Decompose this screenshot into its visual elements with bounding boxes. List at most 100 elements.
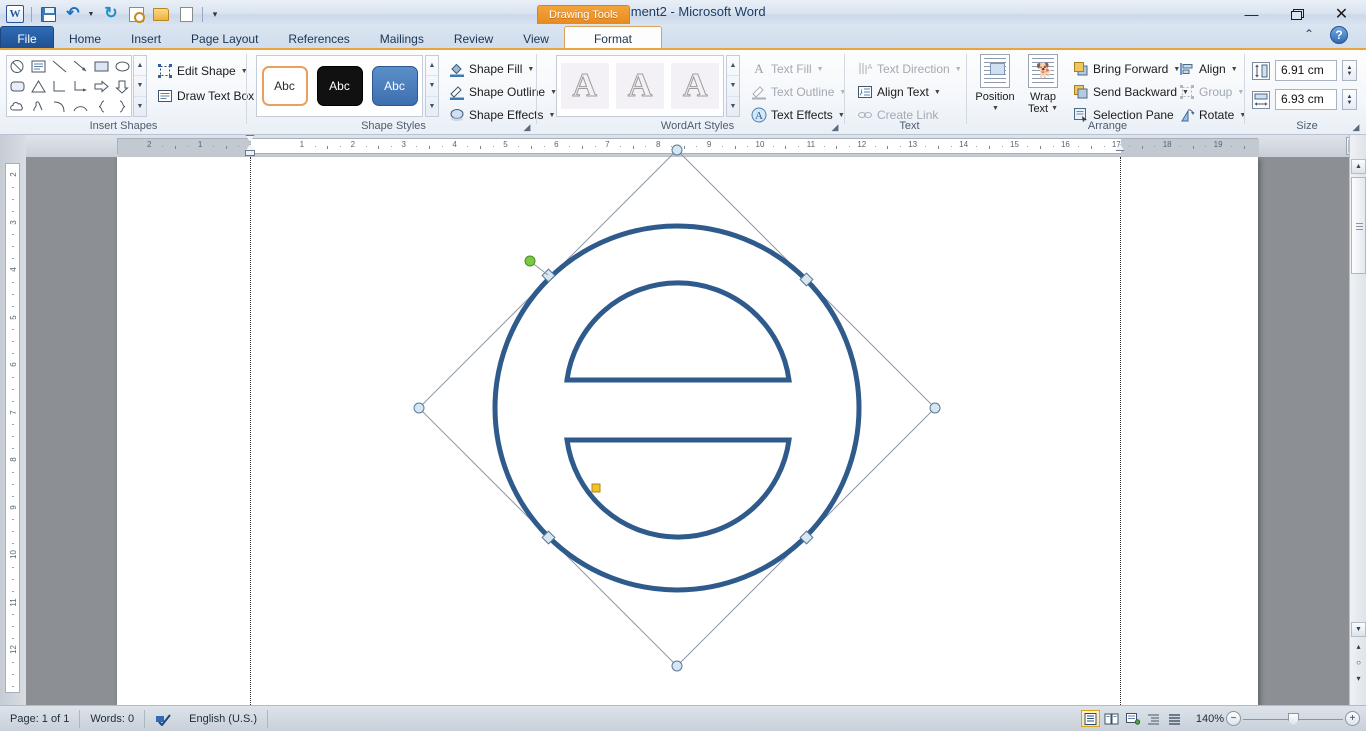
wordart-thumb-1[interactable]: A bbox=[560, 63, 609, 109]
tab-file[interactable]: File bbox=[0, 26, 54, 50]
vertical-scrollbar[interactable]: ▲ ▼ ▴ ○ ▾ bbox=[1349, 135, 1366, 705]
vertical-ruler[interactable]: 2 3 4 5 6 7 8 9 10 11 12 bbox=[0, 135, 26, 705]
view-draft-button[interactable] bbox=[1165, 710, 1184, 727]
shape-styles-dialog-launcher[interactable]: ◢ bbox=[521, 121, 533, 133]
open-button[interactable] bbox=[150, 3, 172, 25]
edit-shape-button[interactable]: Edit Shape ▼ bbox=[152, 60, 253, 82]
zoom-level-label[interactable]: 140% bbox=[1186, 713, 1224, 725]
shape-style-thumb-3[interactable]: Abc bbox=[371, 66, 418, 106]
shape-left-brace-icon[interactable] bbox=[93, 99, 110, 114]
scroll-up-button[interactable]: ▲ bbox=[1351, 159, 1366, 174]
align-button[interactable]: Align ▼ bbox=[1174, 58, 1243, 80]
shape-width-input[interactable]: 6.93 cm bbox=[1275, 89, 1337, 110]
document-page[interactable] bbox=[117, 157, 1258, 705]
shape-down-arrow-icon[interactable] bbox=[114, 79, 131, 94]
group-button[interactable]: Group ▼ bbox=[1174, 81, 1249, 103]
shape-arc-icon[interactable] bbox=[72, 99, 89, 114]
minimize-button[interactable]: — bbox=[1229, 2, 1274, 26]
new-document-button[interactable] bbox=[175, 3, 197, 25]
shapes-more-button[interactable]: ▼ bbox=[134, 97, 146, 116]
spinner-down-icon[interactable]: ▼ bbox=[1347, 71, 1353, 77]
wordart-thumb-2[interactable]: A bbox=[615, 63, 664, 109]
shape-height-input[interactable]: 6.91 cm bbox=[1275, 60, 1337, 81]
zoom-slider[interactable] bbox=[1243, 711, 1343, 727]
bring-forward-button[interactable]: Bring Forward ▼ bbox=[1068, 58, 1185, 80]
zoom-slider-thumb[interactable] bbox=[1288, 712, 1299, 726]
select-browse-object-button[interactable]: ○ bbox=[1351, 656, 1366, 671]
minimize-ribbon-button[interactable]: ⌃ bbox=[1304, 27, 1314, 41]
wrap-text-button[interactable]: 🐕 Wrap Text ▼ bbox=[1018, 54, 1068, 126]
shape-width-spinner[interactable]: ▲ ▼ bbox=[1342, 89, 1357, 110]
wordart-scroll-down-button[interactable]: ▼ bbox=[727, 76, 739, 97]
tab-mailings[interactable]: Mailings bbox=[365, 26, 439, 50]
horizontal-ruler[interactable]: L 2112345678910111213141516171819 bbox=[0, 135, 1366, 157]
print-preview-button[interactable] bbox=[125, 3, 147, 25]
tab-review[interactable]: Review bbox=[439, 26, 508, 50]
view-web-layout-button[interactable] bbox=[1123, 710, 1142, 727]
wordart-more-button[interactable]: ▼ bbox=[727, 97, 739, 116]
wordart-styles-dialog-launcher[interactable]: ◢ bbox=[829, 121, 841, 133]
shape-style-thumb-1[interactable]: Abc bbox=[261, 66, 308, 106]
vertical-ruler-scale[interactable]: 2 3 4 5 6 7 8 9 10 11 12 bbox=[5, 163, 20, 693]
draw-text-box-button[interactable]: Draw Text Box bbox=[152, 85, 259, 107]
help-button[interactable]: ? bbox=[1330, 26, 1348, 44]
view-full-screen-reading-button[interactable] bbox=[1102, 710, 1121, 727]
shapes-scroll-down-button[interactable]: ▼ bbox=[134, 76, 146, 97]
shapes-scroll-up-button[interactable]: ▲ bbox=[134, 56, 146, 77]
shape-outline-button[interactable]: Shape Outline ▼ bbox=[444, 81, 562, 103]
tab-home[interactable]: Home bbox=[54, 26, 116, 50]
text-outline-button[interactable]: Text Outline ▼ bbox=[746, 81, 851, 103]
tab-view[interactable]: View bbox=[508, 26, 564, 50]
shape-styles-scroll[interactable]: ▲ ▼ ▼ bbox=[425, 55, 439, 117]
shape-styles-scroll-up-button[interactable]: ▲ bbox=[426, 56, 438, 77]
scrollbar-thumb[interactable] bbox=[1351, 177, 1366, 274]
shape-fill-button[interactable]: Shape Fill ▼ bbox=[444, 58, 539, 80]
shape-curve-icon[interactable] bbox=[51, 99, 68, 114]
shape-textbox-icon[interactable] bbox=[30, 59, 47, 74]
undo-button[interactable]: ↶ bbox=[62, 3, 84, 25]
size-dialog-launcher[interactable]: ◢ bbox=[1350, 121, 1362, 133]
shape-styles-more-button[interactable]: ▼ bbox=[426, 97, 438, 116]
shape-rectangle-icon[interactable] bbox=[93, 59, 110, 74]
view-outline-button[interactable] bbox=[1144, 710, 1163, 727]
status-page-indicator[interactable]: Page: 1 of 1 bbox=[0, 709, 81, 728]
shape-arrow-icon[interactable] bbox=[72, 59, 89, 74]
position-button[interactable]: Position ▼ bbox=[970, 54, 1020, 126]
shapes-gallery[interactable] bbox=[6, 55, 132, 117]
next-page-button[interactable]: ▾ bbox=[1351, 672, 1366, 687]
spinner-down-icon[interactable]: ▼ bbox=[1347, 100, 1353, 106]
tab-format[interactable]: Format bbox=[563, 26, 662, 50]
wordart-styles-scroll[interactable]: ▲ ▼ ▼ bbox=[726, 55, 740, 117]
customize-qat-button[interactable]: ▾ bbox=[208, 3, 222, 25]
status-language[interactable]: English (U.S.) bbox=[179, 709, 268, 728]
shape-oval-icon[interactable] bbox=[114, 59, 131, 74]
shapes-gallery-scroll[interactable]: ▲ ▼ ▼ bbox=[133, 55, 147, 117]
zoom-in-button[interactable]: + bbox=[1345, 711, 1360, 726]
shape-line-icon[interactable] bbox=[51, 59, 68, 74]
status-proofing[interactable] bbox=[145, 710, 179, 728]
wordart-thumb-3[interactable]: A bbox=[671, 63, 720, 109]
shape-styles-scroll-down-button[interactable]: ▼ bbox=[426, 76, 438, 97]
wordart-scroll-up-button[interactable]: ▲ bbox=[727, 56, 739, 77]
wordart-styles-gallery[interactable]: A A A bbox=[556, 55, 724, 117]
undo-dropdown-button[interactable]: ▼ bbox=[87, 3, 97, 25]
shape-style-thumb-2[interactable]: Abc bbox=[316, 66, 363, 106]
horizontal-ruler-scale[interactable]: 2 1 1 2 3 4 5 6 7 8 9 10 11 12 13 14 15 16 17 18 19 bbox=[117, 138, 1259, 155]
shape-elbow-connector-icon[interactable] bbox=[51, 79, 68, 94]
save-button[interactable] bbox=[37, 3, 59, 25]
tab-page-layout[interactable]: Page Layout bbox=[176, 26, 273, 50]
shape-cloud-icon[interactable] bbox=[9, 99, 26, 114]
zoom-out-button[interactable]: − bbox=[1226, 711, 1241, 726]
shape-freeform-scribble-icon[interactable] bbox=[30, 99, 47, 114]
tab-insert[interactable]: Insert bbox=[116, 26, 176, 50]
text-fill-button[interactable]: A Text Fill ▼ bbox=[746, 58, 829, 80]
previous-page-button[interactable]: ▴ bbox=[1351, 640, 1366, 655]
word-logo-button[interactable]: W bbox=[4, 3, 26, 25]
status-word-count[interactable]: Words: 0 bbox=[80, 709, 146, 728]
scroll-down-button[interactable]: ▼ bbox=[1351, 622, 1366, 637]
shape-right-arrow-icon[interactable] bbox=[93, 79, 110, 94]
tab-references[interactable]: References bbox=[273, 26, 364, 50]
shape-styles-gallery[interactable]: Abc Abc Abc bbox=[256, 55, 423, 117]
shape-elbow-arrow-connector-icon[interactable] bbox=[72, 79, 89, 94]
shape-height-spinner[interactable]: ▲ ▼ bbox=[1342, 60, 1357, 81]
